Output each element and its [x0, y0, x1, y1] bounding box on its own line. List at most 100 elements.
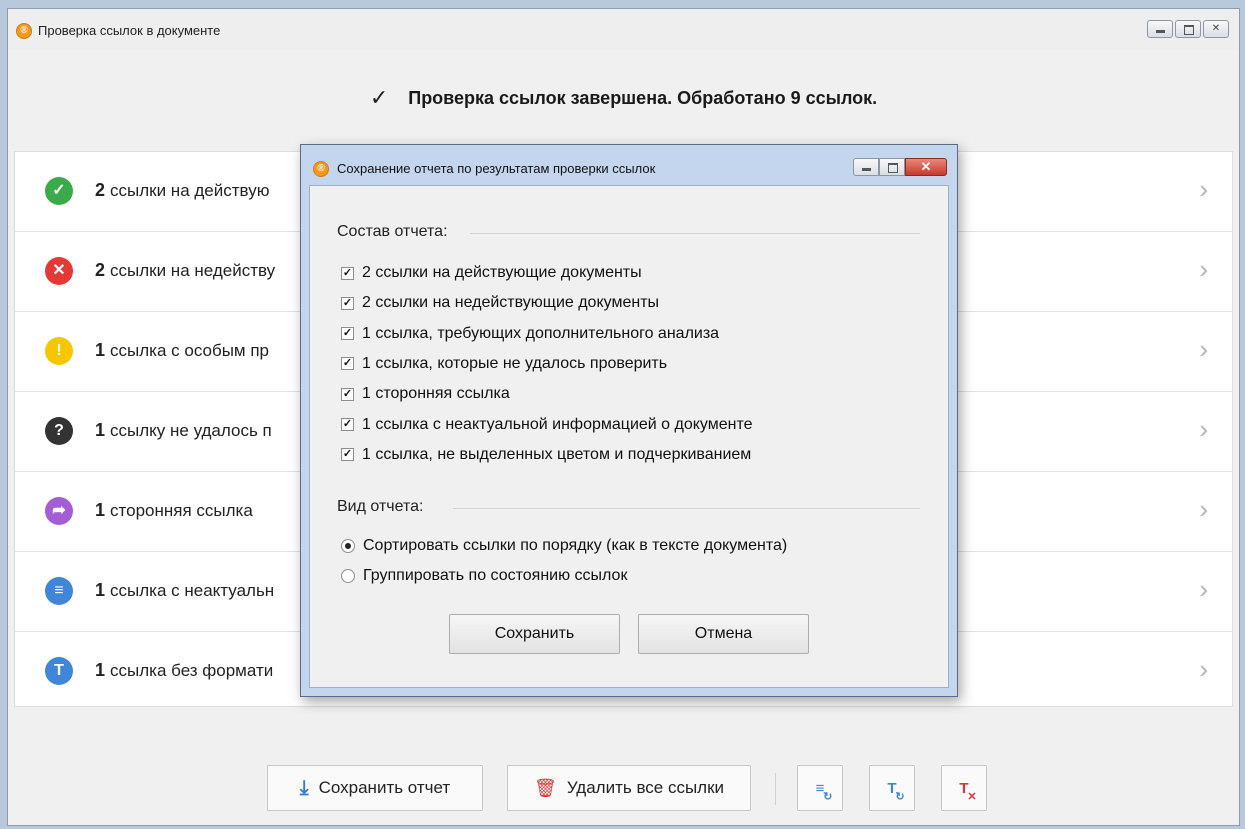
maximize-icon — [880, 159, 904, 175]
chevron-right-icon[interactable]: › — [1199, 174, 1208, 205]
checkbox[interactable]: ✓ — [341, 357, 354, 371]
result-row-label: 2 ссылки на недейству — [95, 260, 275, 281]
report-checkbox-item[interactable]: ✓ 1 ссылка, требующих дополнительного ана… — [341, 323, 719, 345]
report-checkbox-item[interactable]: ✓ 1 ссылка, которые не удалось проверить — [341, 353, 667, 375]
cancel-button[interactable]: Отмена — [638, 614, 809, 654]
close-button[interactable]: ✕ — [1203, 20, 1229, 38]
checkbox-label: 1 ссылка с неактуальной информацией о до… — [362, 415, 753, 433]
report-view-radio-item[interactable]: Группировать по состоянию ссылок — [341, 565, 627, 587]
report-checkbox-item[interactable]: ✓ 2 ссылки на действующие документы — [341, 262, 642, 284]
text-refresh-icon: T ↻ — [887, 779, 905, 803]
report-checkbox-item[interactable]: ✓ 2 ссылки на недействующие документы — [341, 292, 659, 314]
chevron-right-icon[interactable]: › — [1199, 254, 1208, 285]
check-circle-icon: ✓ — [45, 177, 73, 205]
delete-all-links-button[interactable]: 🗑 Удалить все ссылки — [507, 765, 751, 811]
question-circle-icon: ? — [45, 417, 73, 445]
result-row-text: ссылки на действую — [110, 181, 270, 200]
list-refresh-icon: ≡ ↻ — [815, 779, 833, 803]
checkbox-label: 2 ссылки на действующие документы — [362, 264, 642, 281]
result-row-count: 1 — [95, 580, 106, 600]
chevron-right-icon[interactable]: › — [1199, 334, 1208, 365]
main-titlebar: ® Проверка ссылок в документе ✕ — [8, 9, 1239, 51]
dialog-minimize-button[interactable] — [853, 158, 879, 176]
checkbox[interactable]: ✓ — [341, 387, 354, 401]
radio-button[interactable] — [341, 569, 355, 583]
save-report-button[interactable]: ⤓ Сохранить отчет — [267, 765, 483, 811]
dialog-window-controls: ✕ — [853, 158, 947, 176]
window-title: Проверка ссылок в документе — [38, 23, 221, 38]
refresh-format-button[interactable]: T ↻ — [869, 765, 915, 811]
checkbox[interactable]: ✓ — [341, 266, 354, 280]
result-row-count: 2 — [95, 180, 106, 200]
result-row-label: 1 ссылка с неактуальн — [95, 580, 274, 601]
result-row-text: ссылка с неактуальн — [110, 581, 275, 600]
maximize-icon — [1176, 21, 1200, 37]
minimize-button[interactable] — [1147, 20, 1173, 38]
save-button[interactable]: Сохранить — [449, 614, 620, 654]
result-row-count: 1 — [95, 660, 106, 680]
result-row-text: сторонняя ссылка — [110, 501, 253, 520]
result-row-count: 1 — [95, 500, 106, 520]
chevron-right-icon[interactable]: › — [1199, 494, 1208, 525]
info-list-circle-icon: ≡ — [45, 577, 73, 605]
report-checkbox-item[interactable]: ✓ 1 ссылка с неактуальной информацией о д… — [341, 414, 753, 436]
clear-format-button[interactable]: T ✕ — [941, 765, 987, 811]
external-link-circle-icon: ➦ — [45, 497, 73, 525]
result-row-count: 2 — [95, 260, 106, 280]
checkbox-label: 1 сторонняя ссылка — [362, 385, 510, 403]
checkmark-icon: ✓ — [369, 85, 389, 110]
result-row-label: 1 ссылка без формати — [95, 660, 273, 681]
report-checkbox-item[interactable]: ✓ 1 сторонняя ссылка — [341, 383, 510, 405]
error-circle-icon: ✕ — [45, 257, 73, 285]
dialog-titlebar: ® Сохранение отчета по результатам прове… — [301, 145, 957, 183]
radio-label: Группировать по состоянию ссылок — [363, 567, 628, 584]
dialog-body: Состав отчета: ✓ 2 ссылки на действующие … — [309, 185, 949, 688]
completion-text: Проверка ссылок завершена. Обработано 9 … — [408, 87, 878, 108]
report-view-radio-item[interactable]: Сортировать ссылки по порядку (как в тек… — [341, 535, 787, 557]
close-icon: ✕ — [920, 159, 932, 174]
chevron-right-icon[interactable]: › — [1199, 654, 1208, 685]
completion-status: ✓ Проверка ссылок завершена. Обработано … — [8, 83, 1239, 113]
bottom-toolbar: ⤓ Сохранить отчет 🗑 Удалить все ссылки ≡… — [8, 765, 1239, 813]
refresh-list-button[interactable]: ≡ ↻ — [797, 765, 843, 811]
save-report-label: Сохранить отчет — [318, 778, 451, 797]
result-row-label: 1 сторонняя ссылка — [95, 500, 253, 521]
checkbox-label: 1 ссылка, которые не удалось проверить — [362, 354, 668, 372]
result-row-label: 1 ссылка с особым пр — [95, 340, 269, 361]
dialog-close-button[interactable]: ✕ — [905, 158, 947, 176]
radio-label: Сортировать ссылки по порядку (как в тек… — [363, 537, 788, 554]
chevron-right-icon[interactable]: › — [1199, 414, 1208, 445]
window-controls: ✕ — [1147, 20, 1229, 38]
section-divider — [453, 508, 920, 509]
checkbox-label: 2 ссылки на недействующие документы — [362, 294, 660, 312]
clear-format-icon: T ✕ — [959, 779, 977, 803]
warning-circle-icon: ! — [45, 337, 73, 365]
dialog-maximize-button[interactable] — [879, 158, 905, 176]
checkbox-label: 1 ссылка, не выделенных цветом и подчерк… — [362, 445, 752, 463]
format-circle-icon: T — [45, 657, 73, 685]
checkbox[interactable]: ✓ — [341, 296, 354, 310]
radio-button[interactable] — [341, 539, 355, 553]
dialog-title: Сохранение отчета по результатам проверк… — [337, 161, 656, 176]
checkbox[interactable]: ✓ — [341, 418, 354, 431]
save-report-dialog: ® Сохранение отчета по результатам прове… — [300, 144, 958, 697]
minimize-icon — [1148, 21, 1172, 37]
view-label: Вид отчета: — [337, 498, 424, 515]
result-row-text: ссылка с особым пр — [110, 341, 269, 360]
result-row-label: 1 ссылку не удалось п — [95, 420, 272, 441]
checkbox-label: 1 ссылка, требующих дополнительного анал… — [362, 324, 720, 342]
maximize-button[interactable] — [1175, 20, 1201, 38]
report-checkbox-item[interactable]: ✓ 1 ссылка, не выделенных цветом и подчер… — [341, 444, 751, 466]
composition-label: Состав отчета: — [337, 223, 448, 240]
close-icon: ✕ — [1211, 23, 1221, 34]
section-divider — [470, 233, 920, 234]
result-row-text: ссылку не удалось п — [110, 421, 272, 440]
checkbox[interactable]: ✓ — [341, 448, 354, 462]
download-icon: ⤓ — [299, 776, 309, 799]
result-row-label: 2 ссылки на действую — [95, 180, 269, 201]
checkbox[interactable]: ✓ — [341, 327, 354, 341]
minimize-icon — [854, 159, 878, 175]
chevron-right-icon[interactable]: › — [1199, 574, 1208, 605]
result-row-text: ссылка без формати — [110, 661, 274, 680]
delete-all-links-label: Удалить все ссылки — [566, 778, 725, 797]
